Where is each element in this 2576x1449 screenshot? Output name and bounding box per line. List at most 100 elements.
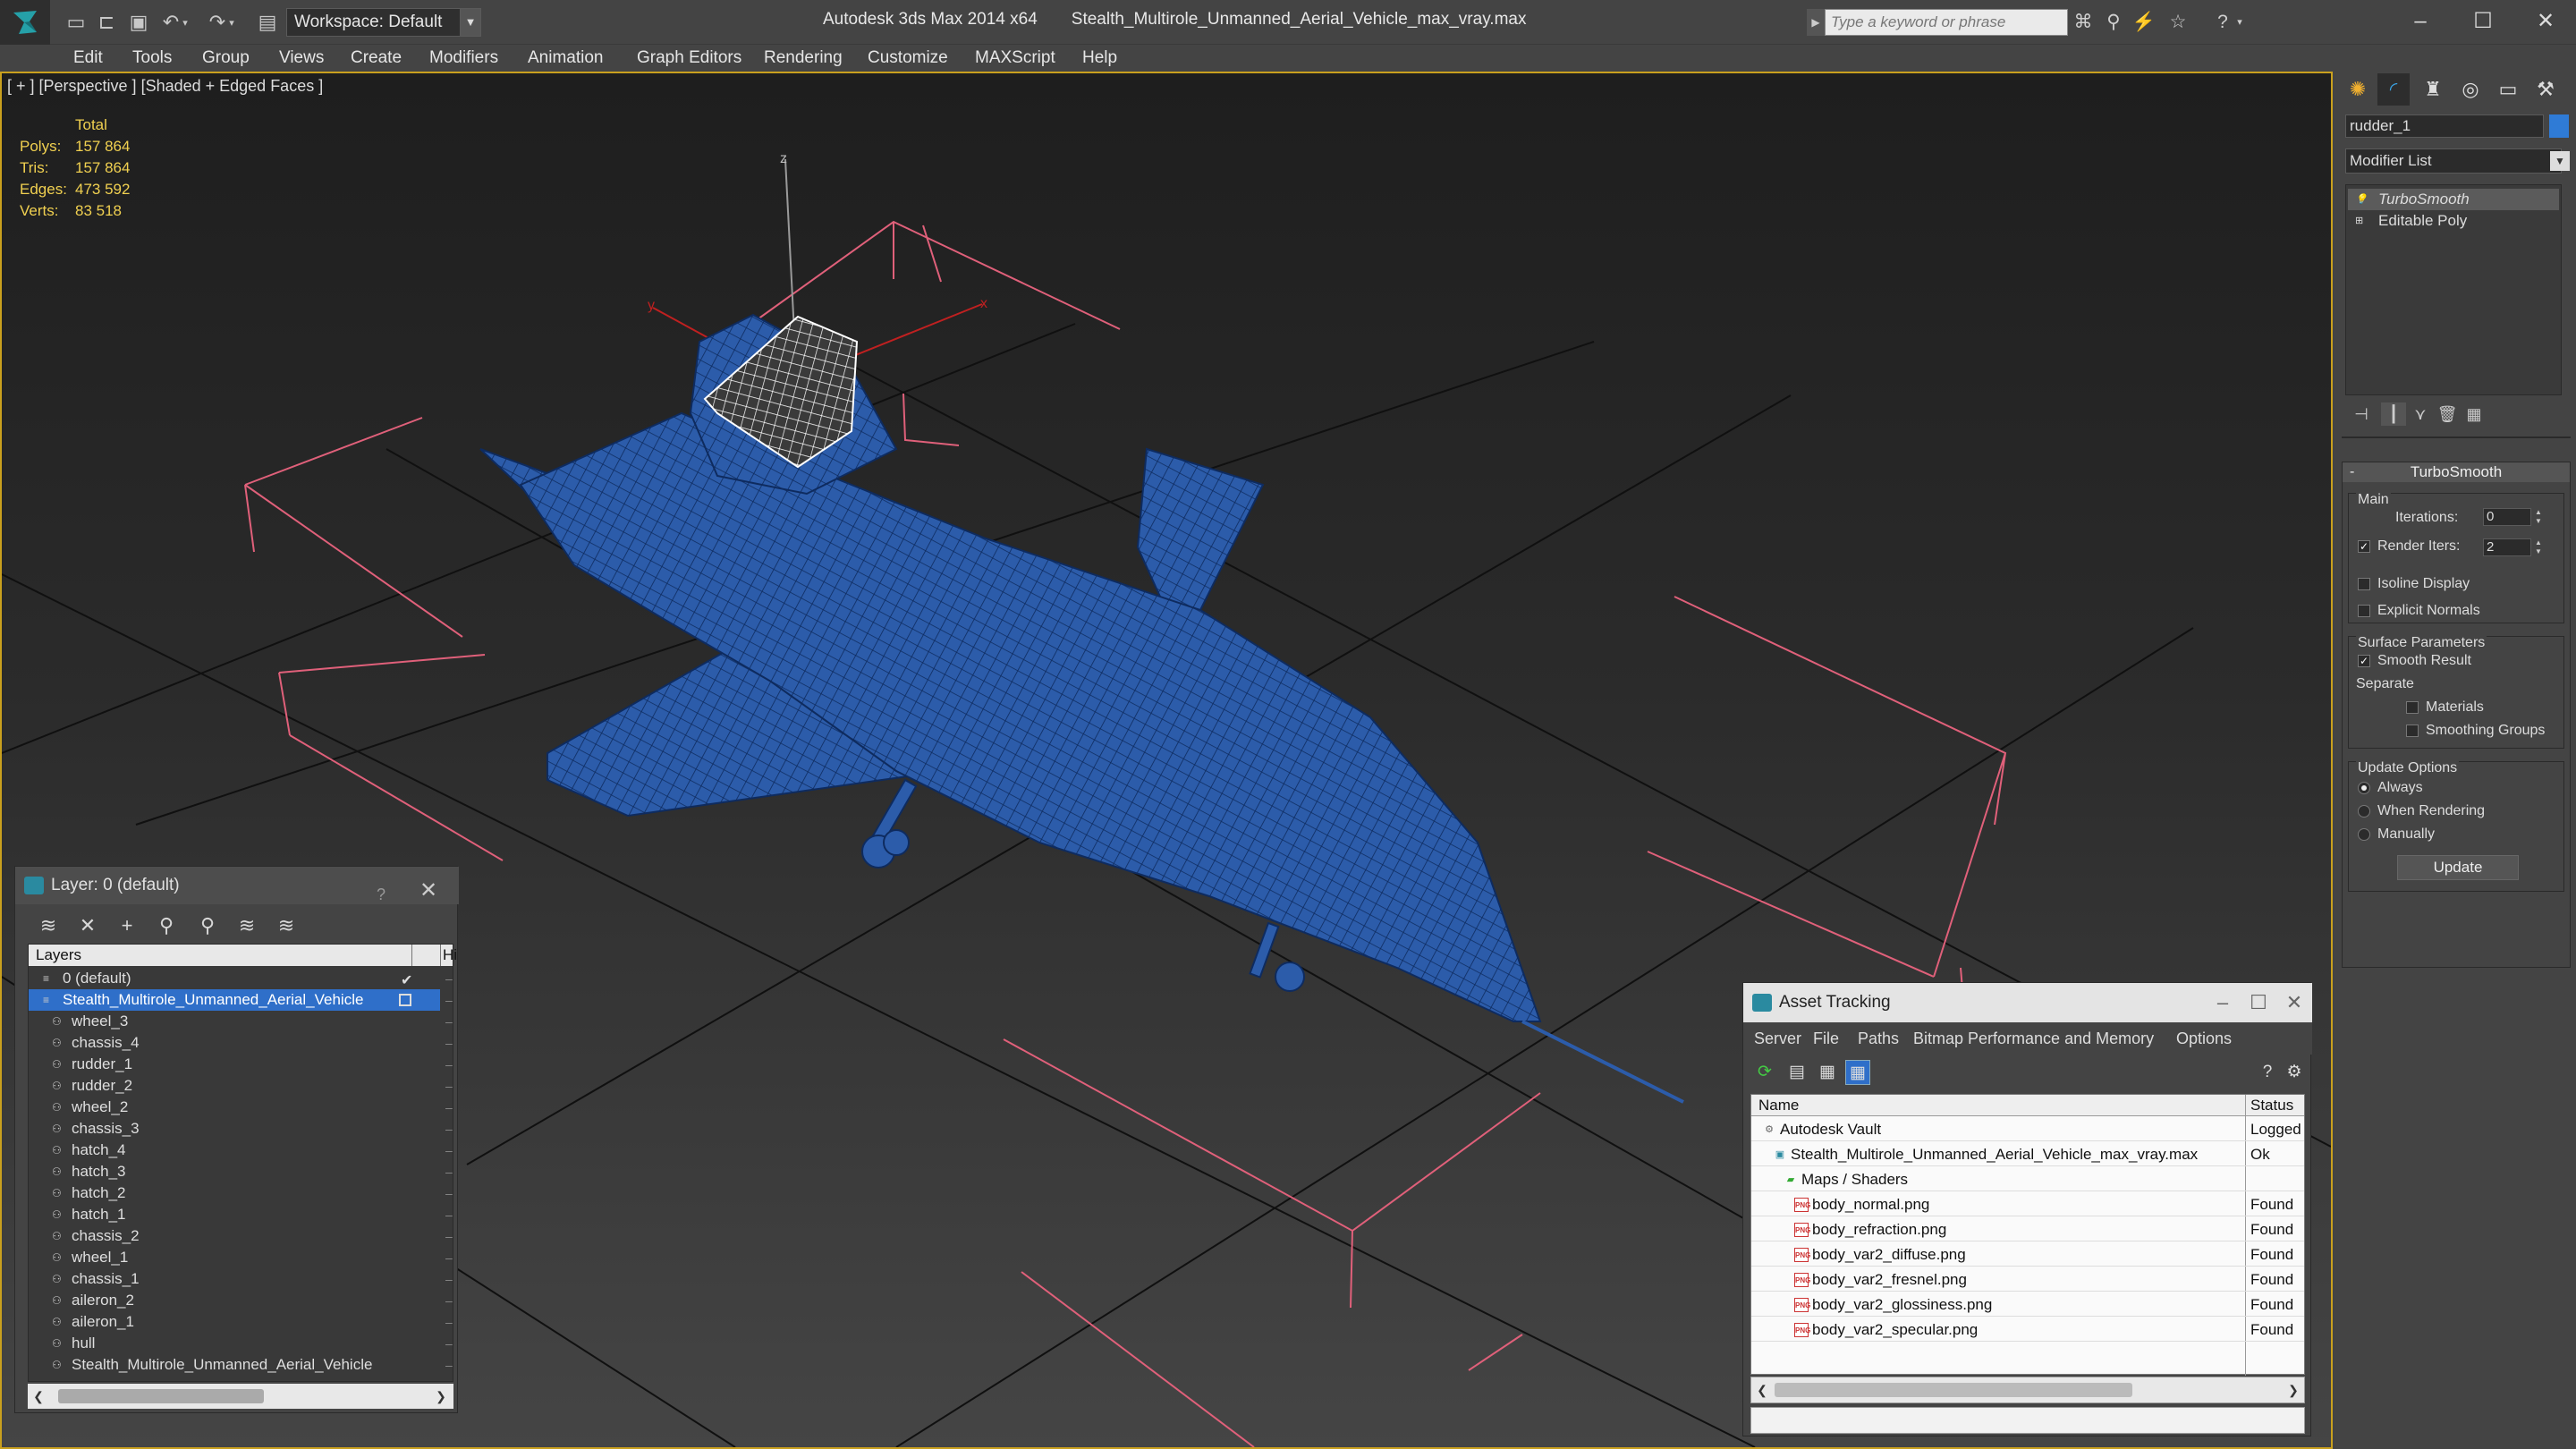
- layer-object-row[interactable]: ⚇ chassis_3 –: [29, 1118, 453, 1140]
- asset-menu-bitmap-performance[interactable]: Bitmap Performance and Memory: [1913, 1022, 2154, 1055]
- asset-horizontal-scrollbar[interactable]: ❮ ❯: [1750, 1377, 2305, 1403]
- layer-object-row[interactable]: ⚇ hull –: [29, 1333, 453, 1354]
- render-iters-spinner-arrows-icon[interactable]: ▲ ▼: [2533, 538, 2544, 556]
- smooth-result-checkbox[interactable]: ✓: [2358, 655, 2370, 667]
- hide-toggle-icon[interactable]: –: [445, 1204, 453, 1225]
- hide-toggle-icon[interactable]: –: [445, 1225, 453, 1247]
- hide-toggle-icon[interactable]: –: [445, 1247, 453, 1268]
- list-view-icon[interactable]: ▤: [1784, 1060, 1809, 1085]
- layer-object-row[interactable]: ⚇ wheel_1 –: [29, 1247, 453, 1268]
- app-menu-button[interactable]: [0, 0, 50, 45]
- configure-modifier-sets-icon[interactable]: ▦: [2462, 402, 2487, 426]
- open-file-icon[interactable]: ⊏: [93, 9, 120, 36]
- layer-row[interactable]: ≡ Stealth_Multirole_Unmanned_Aerial_Vehic…: [29, 989, 453, 1011]
- name-column-header[interactable]: Name: [1758, 1095, 1799, 1116]
- asset-row[interactable]: PNG body_refraction.png Found: [1751, 1218, 2304, 1241]
- expand-plus-icon[interactable]: ⊞: [2355, 216, 2366, 226]
- favorites-star-icon[interactable]: ☆: [2165, 9, 2191, 36]
- layer-object-row[interactable]: ⚇ hatch_4 –: [29, 1140, 453, 1161]
- layer-help-icon[interactable]: ?: [377, 876, 386, 913]
- hide-toggle-icon[interactable]: –: [445, 1054, 453, 1075]
- redo-dropdown-icon[interactable]: ▾: [225, 9, 238, 36]
- menu-group[interactable]: Group: [202, 45, 250, 72]
- minimize-icon[interactable]: –: [2402, 5, 2438, 38]
- render-iters-spinner[interactable]: 2: [2483, 538, 2531, 556]
- asset-menu-paths[interactable]: Paths: [1858, 1022, 1899, 1055]
- asset-row[interactable]: PNG body_var2_diffuse.png Found: [1751, 1243, 2304, 1267]
- chevron-down-icon[interactable]: ▼: [2550, 151, 2570, 171]
- layer-object-row[interactable]: ⚇ aileron_1 –: [29, 1311, 453, 1333]
- help-dropdown-icon[interactable]: ▾: [2233, 9, 2247, 36]
- table-view-icon[interactable]: ▦: [1845, 1060, 1870, 1085]
- smoothing-groups-checkbox[interactable]: [2406, 724, 2419, 737]
- layer-object-row[interactable]: ⚇ rudder_1 –: [29, 1054, 453, 1075]
- save-file-icon[interactable]: ▣: [125, 9, 152, 36]
- scroll-left-icon[interactable]: ❮: [30, 1384, 47, 1409]
- hide-toggle-icon[interactable]: –: [445, 1333, 453, 1354]
- layer-object-row[interactable]: ⚇ chassis_1 –: [29, 1268, 453, 1290]
- lightbulb-icon[interactable]: 💡: [2355, 194, 2368, 205]
- hide-toggle-icon[interactable]: –: [445, 989, 453, 1011]
- thumbnail-view-icon[interactable]: ▦: [1815, 1060, 1840, 1085]
- asset-row[interactable]: PNG body_var2_glossiness.png Found: [1751, 1293, 2304, 1317]
- project-folder-icon[interactable]: ▤: [254, 9, 281, 36]
- asset-row[interactable]: ▰ Maps / Shaders: [1751, 1168, 2304, 1191]
- hide-toggle-icon[interactable]: –: [445, 968, 453, 989]
- display-tab-icon[interactable]: ▭: [2492, 73, 2524, 106]
- layer-object-row[interactable]: ⚇ Stealth_Multirole_Unmanned_Aerial_Vehic…: [29, 1354, 453, 1376]
- isoline-display-checkbox[interactable]: [2358, 578, 2370, 590]
- menu-help[interactable]: Help: [1082, 45, 1117, 72]
- always-radio[interactable]: [2358, 782, 2370, 794]
- asset-menu-server[interactable]: Server: [1754, 1022, 1801, 1055]
- communication-center-icon[interactable]: ⚡: [2131, 9, 2157, 36]
- asset-scroll-right-icon[interactable]: ❯: [2284, 1377, 2302, 1402]
- workspace-dropdown[interactable]: Workspace: Default: [286, 8, 481, 37]
- hide-toggle-icon[interactable]: –: [445, 1268, 453, 1290]
- asset-menu-options[interactable]: Options: [2176, 1022, 2232, 1055]
- asset-menu-file[interactable]: File: [1813, 1022, 1839, 1055]
- rollout-header[interactable]: - TurboSmooth: [2343, 462, 2570, 482]
- layer-object-row[interactable]: ⚇ rudder_2 –: [29, 1075, 453, 1097]
- object-name-field[interactable]: rudder_1: [2345, 114, 2544, 138]
- remove-modifier-icon[interactable]: 🗑: [2435, 402, 2460, 426]
- asset-help-icon[interactable]: ?: [2255, 1060, 2280, 1085]
- asset-row[interactable]: PNG body_var2_specular.png Found: [1751, 1318, 2304, 1342]
- hide-column-header[interactable]: Hi: [443, 945, 457, 966]
- menu-modifiers[interactable]: Modifiers: [429, 45, 498, 72]
- materials-checkbox[interactable]: [2406, 701, 2419, 714]
- hide-toggle-icon[interactable]: –: [445, 1118, 453, 1140]
- delete-layer-icon[interactable]: ✕: [72, 911, 103, 940]
- asset-row[interactable]: PNG body_normal.png Found: [1751, 1193, 2304, 1216]
- menu-customize[interactable]: Customize: [868, 45, 948, 72]
- update-button[interactable]: Update: [2397, 855, 2519, 880]
- stack-item-turbosmooth[interactable]: 💡 TurboSmooth: [2348, 189, 2559, 210]
- menu-animation[interactable]: Animation: [528, 45, 604, 72]
- hierarchy-tab-icon[interactable]: ♜: [2417, 73, 2449, 106]
- binoculars-icon[interactable]: ⌘: [2070, 9, 2097, 36]
- status-column-header[interactable]: Status: [2250, 1095, 2293, 1116]
- search-play-icon[interactable]: ▶: [1807, 9, 1825, 36]
- collapse-minus-icon[interactable]: -: [2350, 462, 2354, 482]
- layer-object-row[interactable]: ⚇ hatch_2 –: [29, 1182, 453, 1204]
- hide-all-layers-icon[interactable]: ≋: [232, 911, 262, 940]
- layer-object-row[interactable]: ⚇ chassis_2 –: [29, 1225, 453, 1247]
- select-objects-in-layer-icon[interactable]: ⚲: [151, 911, 182, 940]
- iterations-spinner[interactable]: 0: [2483, 508, 2531, 526]
- hide-toggle-icon[interactable]: –: [445, 1354, 453, 1376]
- hide-toggle-icon[interactable]: –: [445, 1075, 453, 1097]
- pin-stack-icon[interactable]: ⊣: [2349, 402, 2374, 426]
- iterations-spinner-arrows-icon[interactable]: ▲ ▼: [2533, 508, 2544, 526]
- stack-item-editable-poly[interactable]: ⊞ Editable Poly: [2348, 210, 2559, 232]
- explicit-normals-checkbox[interactable]: [2358, 605, 2370, 617]
- modify-tab-icon[interactable]: ◜: [2377, 73, 2410, 106]
- asset-close-icon[interactable]: ✕: [2276, 983, 2312, 1022]
- menu-graph-editors[interactable]: Graph Editors: [637, 45, 741, 72]
- hide-toggle-icon[interactable]: –: [445, 1311, 453, 1333]
- asset-options-icon[interactable]: ⚙: [2282, 1060, 2307, 1085]
- create-tab-icon[interactable]: ✺: [2342, 73, 2374, 106]
- layers-column-header[interactable]: Layers: [36, 945, 81, 966]
- hide-toggle-icon[interactable]: –: [445, 1290, 453, 1311]
- when-rendering-radio[interactable]: [2358, 805, 2370, 818]
- menu-views[interactable]: Views: [279, 45, 324, 72]
- freeze-all-layers-icon[interactable]: ≋: [271, 911, 301, 940]
